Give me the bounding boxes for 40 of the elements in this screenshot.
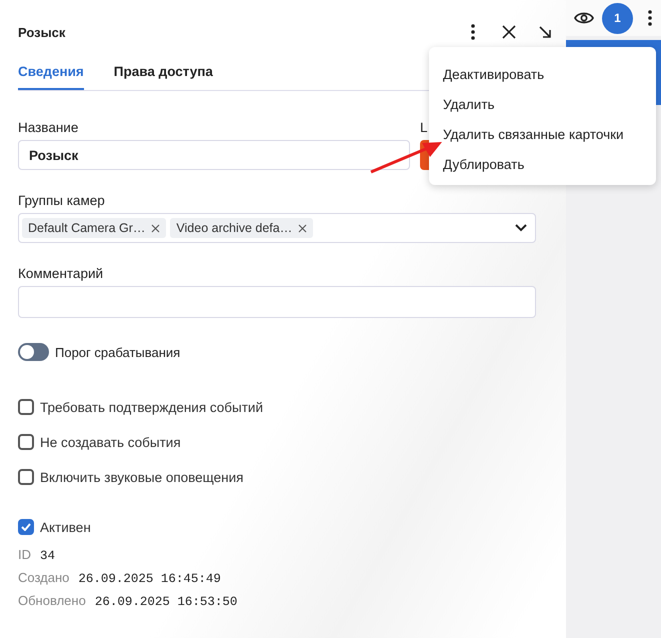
tab[interactable]: Права доступа <box>114 64 213 90</box>
checkbox[interactable] <box>18 519 34 535</box>
meta-value: 34 <box>40 549 56 563</box>
menu-item[interactable]: Дублировать <box>429 149 656 179</box>
field-label: L <box>420 120 429 135</box>
tab[interactable]: Сведения <box>18 64 84 90</box>
menu-item[interactable]: Удалить связанные карточки <box>429 119 656 149</box>
remove-icon[interactable] <box>298 224 308 232</box>
comment-field[interactable] <box>18 286 536 318</box>
checkbox[interactable] <box>18 434 34 450</box>
checkbox[interactable] <box>18 469 34 485</box>
remove-icon[interactable] <box>151 224 160 232</box>
meta-label: ID <box>18 547 31 562</box>
checkbox-label: Активен <box>40 520 91 534</box>
meta-value: 26.09.2025 16:53:50 <box>94 595 238 609</box>
check-icon <box>21 523 31 531</box>
menu-item[interactable]: Удалить <box>429 89 656 119</box>
checkbox-label: Требовать подтверждения событий <box>40 400 263 414</box>
meta-value: 26.09.2025 16:45:49 <box>78 572 221 586</box>
tag-chip[interactable]: Video archive defa… <box>170 218 314 238</box>
name-field[interactable]: Розыск <box>18 140 410 170</box>
close-icon[interactable] <box>500 23 518 41</box>
field-label: Название <box>18 120 80 135</box>
toggle-label: Порог срабатывания <box>55 344 180 360</box>
checkbox-label: Включить звуковые оповещения <box>40 470 244 484</box>
camera-groups-select[interactable]: Default Camera Gr… Video archive defa… <box>18 213 536 243</box>
tag-chip[interactable]: Default Camera Gr… <box>22 218 166 238</box>
annotation-arrow <box>370 140 442 174</box>
field-label: Комментарий <box>18 266 104 281</box>
checkbox[interactable] <box>18 399 34 415</box>
meta-label: Создано <box>18 570 70 585</box>
menu-item[interactable]: Деактивировать <box>429 59 656 89</box>
meta-label: Обновлено <box>18 593 86 608</box>
panel-title: Розыск <box>18 24 66 40</box>
field-label: Группы камер <box>18 193 106 208</box>
eye-icon[interactable] <box>574 11 594 25</box>
chevron-down-icon[interactable] <box>515 224 527 232</box>
checkbox-label: Не создавать события <box>40 434 181 450</box>
count-badge[interactable]: 1 <box>602 2 633 34</box>
toggle-switch[interactable] <box>18 343 49 361</box>
